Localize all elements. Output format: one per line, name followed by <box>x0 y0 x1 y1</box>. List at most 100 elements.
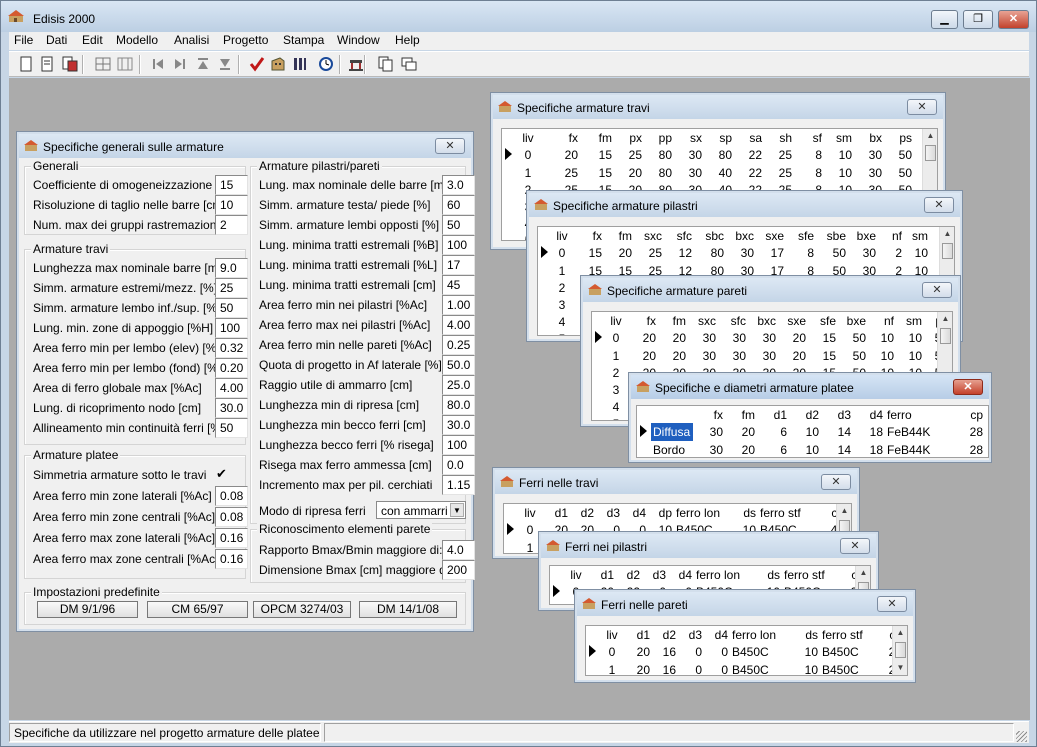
window-close-button[interactable]: ✕ <box>953 379 983 395</box>
grid-cell[interactable]: 12 <box>664 244 694 262</box>
menu-help[interactable]: Help <box>395 33 420 47</box>
window-close-button[interactable]: ✕ <box>877 596 907 612</box>
menu-file[interactable]: File <box>14 33 33 47</box>
row-indicator[interactable] <box>538 296 552 313</box>
grid-column-header[interactable]: sm <box>824 129 854 146</box>
check-icon[interactable]: ✔ <box>215 467 228 481</box>
grid-column-header[interactable]: fx <box>542 129 580 146</box>
field-input[interactable]: 3.0 <box>442 175 475 195</box>
row-indicator[interactable] <box>538 244 552 262</box>
grid-cell[interactable]: 80 <box>644 146 674 164</box>
field-input[interactable]: 30.0 <box>442 415 475 435</box>
grid-column-header[interactable]: d3 <box>596 504 622 521</box>
grid-cell[interactable]: 18 <box>853 441 885 457</box>
menu-stampa[interactable]: Stampa <box>283 33 324 47</box>
row-indicator[interactable] <box>592 364 606 381</box>
grid-cell[interactable]: 3 <box>606 381 628 398</box>
scroll-up-icon[interactable]: ▲ <box>837 504 851 518</box>
grid-column-header[interactable] <box>651 406 693 423</box>
grid-cell[interactable]: 1 <box>600 661 626 676</box>
grid-cell[interactable]: 8 <box>794 164 824 181</box>
grid-cell[interactable]: 1 <box>552 262 574 279</box>
grid-row[interactable]: 0 20 15 25 80 30 80 22 25 8 10 30 50 <box>502 146 914 164</box>
grid-cell[interactable]: 10 <box>904 244 930 262</box>
grid-cell[interactable]: 50 <box>838 329 868 347</box>
menu-analisi[interactable]: Analisi <box>174 33 209 47</box>
resize-grip-icon[interactable] <box>1016 731 1027 742</box>
grid-row[interactable]: 12020303030201550101050 <box>592 347 950 364</box>
grid-cell[interactable]: 14 <box>821 441 853 457</box>
new-icon[interactable] <box>18 56 34 72</box>
grid-column-header[interactable]: sx <box>674 129 704 146</box>
scroll-up-icon[interactable]: ▲ <box>938 312 952 326</box>
window-close-button[interactable]: ✕ <box>907 99 937 115</box>
field-input[interactable]: 100 <box>215 318 248 338</box>
grid-cell[interactable]: 10 <box>786 661 820 676</box>
grid-cell[interactable]: 30 <box>674 146 704 164</box>
grid-cell[interactable]: 20 <box>628 347 658 364</box>
row-indicator[interactable] <box>592 381 606 398</box>
menu-window[interactable]: Window <box>337 33 380 47</box>
grid-cell[interactable]: 20 <box>725 423 757 441</box>
grid-column-header[interactable]: pp <box>644 129 674 146</box>
grid-column-header[interactable]: sm <box>904 227 930 244</box>
grid-cell[interactable]: 15 <box>808 347 838 364</box>
grid-column-header[interactable]: sf <box>794 129 824 146</box>
row-indicator[interactable] <box>502 146 516 164</box>
grid-cell[interactable]: 20 <box>626 661 652 676</box>
grid-column-header[interactable]: ferro stf <box>782 566 838 583</box>
grid-cell[interactable]: B450C <box>730 643 786 661</box>
field-input[interactable]: 1.00 <box>442 295 475 315</box>
grid-cell[interactable]: 10 <box>896 329 924 347</box>
row-indicator[interactable] <box>586 661 600 675</box>
grid-cell[interactable]: 50 <box>816 244 848 262</box>
grid-column-header[interactable]: sp <box>704 129 734 146</box>
grid-cell[interactable]: 0 <box>678 643 704 661</box>
row-indicator[interactable] <box>538 262 552 279</box>
grid-cell[interactable]: 0 <box>600 643 626 661</box>
field-input[interactable]: 17 <box>442 255 475 275</box>
grid-row[interactable]: 02020303030201550101050 <box>592 329 950 347</box>
grid-column-header[interactable]: d4 <box>668 566 694 583</box>
grid-cell[interactable]: 15 <box>580 164 614 181</box>
grid-cell[interactable]: 28 <box>941 441 985 457</box>
field-input[interactable]: 50 <box>442 215 475 235</box>
row-indicator[interactable] <box>592 398 606 415</box>
field-input[interactable]: 0.16 <box>215 528 248 548</box>
check-icon[interactable] <box>249 56 265 72</box>
grid-row[interactable]: 0201600B450C10B450C20 <box>586 643 904 661</box>
grid-cell[interactable]: 50 <box>838 347 868 364</box>
grid-cell[interactable]: 30 <box>854 164 884 181</box>
row-indicator[interactable] <box>538 279 552 296</box>
grid-cell[interactable]: 20 <box>614 164 644 181</box>
grid-column-header[interactable]: fx <box>574 227 604 244</box>
grid-cell[interactable]: B450C <box>820 643 876 661</box>
grid-column-header[interactable]: sfc <box>664 227 694 244</box>
grid-cell[interactable]: 80 <box>644 164 674 181</box>
grid-icon[interactable] <box>95 56 111 72</box>
grid-column-header[interactable]: nf <box>878 227 904 244</box>
field-input[interactable]: 2 <box>215 215 248 235</box>
grid-cell[interactable]: 30 <box>748 329 778 347</box>
grid-cell[interactable]: 4 <box>606 398 628 415</box>
grid-cell[interactable]: 30 <box>748 347 778 364</box>
field-input[interactable]: 0.20 <box>215 358 248 378</box>
field-input[interactable]: 0.32 <box>215 338 248 358</box>
grid-cell[interactable]: 30 <box>693 441 725 457</box>
grid-cell[interactable]: 25 <box>634 244 664 262</box>
grid-cell[interactable]: 80 <box>694 244 726 262</box>
grid-column-header[interactable]: d4 <box>704 626 730 643</box>
row-indicator[interactable] <box>538 313 552 330</box>
grid-cell[interactable]: 18 <box>853 423 885 441</box>
grid-cell[interactable]: 0 <box>704 643 730 661</box>
field-input[interactable]: 25 <box>215 278 248 298</box>
grid-column-header[interactable]: fx <box>628 312 658 329</box>
row-indicator[interactable] <box>592 329 606 347</box>
field-input[interactable]: 50 <box>215 418 248 438</box>
grid-cell[interactable]: 22 <box>734 146 764 164</box>
grid-column-header[interactable]: liv <box>518 504 544 521</box>
grid-cell[interactable]: 1 <box>606 347 628 364</box>
grid2-icon[interactable] <box>117 56 133 72</box>
grid-column-header[interactable]: sh <box>764 129 794 146</box>
grid-row[interactable]: 1201600B450C10B450C20 <box>586 661 904 676</box>
